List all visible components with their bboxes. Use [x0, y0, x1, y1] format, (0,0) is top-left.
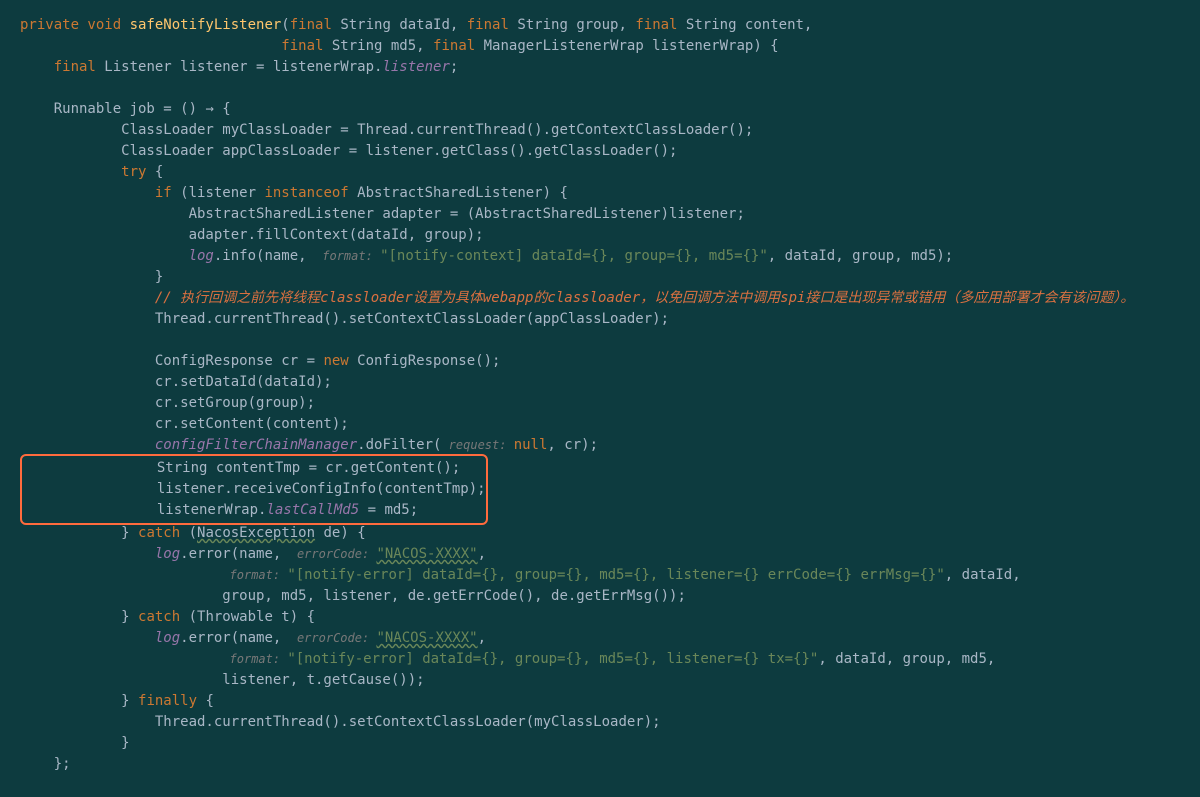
code-line: ConfigResponse cr = new ConfigResponse()… [20, 351, 1180, 372]
code-line: } [20, 733, 1180, 754]
code-line: }; [20, 754, 1180, 775]
code-line: cr.setGroup(group); [20, 393, 1180, 414]
code-line: String contentTmp = cr.getContent(); [22, 458, 486, 479]
code-line: // 执行回调之前先将线程classloader设置为具体webapp的clas… [20, 288, 1180, 309]
code-line: private void safeNotifyListener(final St… [20, 15, 1180, 36]
code-line: group, md5, listener, de.getErrCode(), d… [20, 586, 1180, 607]
code-line: cr.setDataId(dataId); [20, 372, 1180, 393]
highlighted-code-region: String contentTmp = cr.getContent(); lis… [20, 454, 488, 525]
code-line: adapter.fillContext(dataId, group); [20, 225, 1180, 246]
code-line: log.error(name, errorCode: "NACOS-XXXX", [20, 628, 1180, 649]
code-line: final String md5, final ManagerListenerW… [20, 36, 1180, 57]
code-line: Thread.currentThread().setContextClassLo… [20, 309, 1180, 330]
code-line: listenerWrap.lastCallMd5 = md5; [22, 500, 486, 521]
code-line: cr.setContent(content); [20, 414, 1180, 435]
code-line [20, 78, 1180, 99]
code-line: try { [20, 162, 1180, 183]
code-line: final Listener listener = listenerWrap.l… [20, 57, 1180, 78]
code-line: ClassLoader myClassLoader = Thread.curre… [20, 120, 1180, 141]
code-line: Thread.currentThread().setContextClassLo… [20, 712, 1180, 733]
code-line: AbstractSharedListener adapter = (Abstra… [20, 204, 1180, 225]
code-line: log.error(name, errorCode: "NACOS-XXXX", [20, 544, 1180, 565]
code-line: } catch (Throwable t) { [20, 607, 1180, 628]
code-line: } catch (NacosException de) { [20, 523, 1180, 544]
code-line [20, 330, 1180, 351]
code-line: } [20, 267, 1180, 288]
code-line: } finally { [20, 691, 1180, 712]
code-line: log.info(name, format: "[notify-context]… [20, 246, 1180, 267]
code-editor[interactable]: private void safeNotifyListener(final St… [20, 15, 1180, 775]
code-line: listener.receiveConfigInfo(contentTmp); [22, 479, 486, 500]
code-line: configFilterChainManager.doFilter( reque… [20, 435, 1180, 456]
code-line: if (listener instanceof AbstractSharedLi… [20, 183, 1180, 204]
code-line: ClassLoader appClassLoader = listener.ge… [20, 141, 1180, 162]
code-line: listener, t.getCause()); [20, 670, 1180, 691]
code-line: format: "[notify-error] dataId={}, group… [20, 565, 1180, 586]
code-line: Runnable job = () → { [20, 99, 1180, 120]
code-line: format: "[notify-error] dataId={}, group… [20, 649, 1180, 670]
